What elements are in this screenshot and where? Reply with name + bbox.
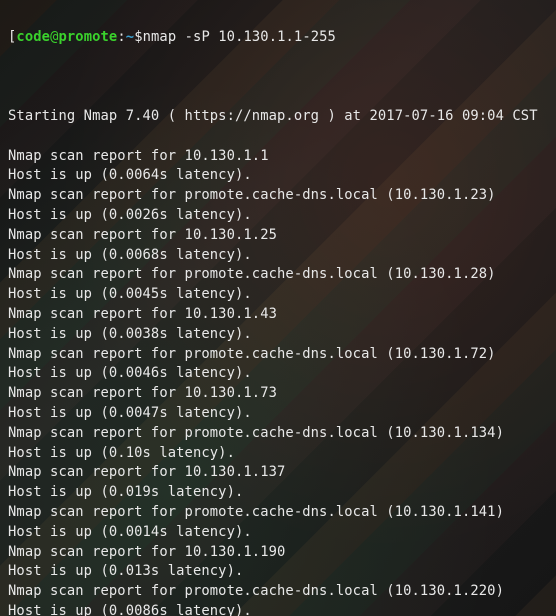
scan-report-line: Nmap scan report for promote.cache-dns.l… [8, 345, 548, 365]
host-status-line: Host is up (0.013s latency). [8, 562, 548, 582]
prompt-path: ~ [126, 29, 134, 45]
scan-report-line: Nmap scan report for 10.130.1.137 [8, 463, 548, 483]
host-status-line: Host is up (0.0038s latency). [8, 325, 548, 345]
scan-report-line: Nmap scan report for promote.cache-dns.l… [8, 503, 548, 523]
prompt-user: code [16, 29, 50, 45]
scan-report-line: Nmap scan report for promote.cache-dns.l… [8, 424, 548, 444]
scan-report-line: Nmap scan report for promote.cache-dns.l… [8, 265, 548, 285]
prompt-host: promote [58, 29, 117, 45]
host-status-line: Host is up (0.0064s latency). [8, 166, 548, 186]
scan-report-line: Nmap scan report for promote.cache-dns.l… [8, 582, 548, 602]
scan-report-line: Nmap scan report for 10.130.1.190 [8, 543, 548, 563]
host-status-line: Host is up (0.0047s latency). [8, 404, 548, 424]
host-status-line: Host is up (0.0046s latency). [8, 364, 548, 384]
host-status-line: Host is up (0.0026s latency). [8, 206, 548, 226]
terminal[interactable]: [code@promote:~$nmap -sP 10.130.1.1-255 … [0, 0, 556, 616]
host-status-line: Host is up (0.019s latency). [8, 483, 548, 503]
host-status-line: Host is up (0.10s latency). [8, 444, 548, 464]
host-status-line: Host is up (0.0045s latency). [8, 285, 548, 305]
prompt-line: [code@promote:~$nmap -sP 10.130.1.1-255 [8, 28, 548, 48]
prompt-colon: : [117, 29, 125, 45]
host-status-line: Host is up (0.0068s latency). [8, 246, 548, 266]
prompt-dollar: $ [134, 29, 142, 45]
nmap-start-line: Starting Nmap 7.40 ( https://nmap.org ) … [8, 107, 548, 127]
command-text: nmap -sP 10.130.1.1-255 [143, 29, 336, 45]
scan-report-line: Nmap scan report for promote.cache-dns.l… [8, 186, 548, 206]
scan-report-line: Nmap scan report for 10.130.1.43 [8, 305, 548, 325]
blank-line [8, 67, 548, 87]
host-status-line: Host is up (0.0086s latency). [8, 602, 548, 616]
scan-report-line: Nmap scan report for 10.130.1.1 [8, 147, 548, 167]
scan-report-line: Nmap scan report for 10.130.1.25 [8, 226, 548, 246]
scan-report-line: Nmap scan report for 10.130.1.73 [8, 384, 548, 404]
host-status-line: Host is up (0.0014s latency). [8, 523, 548, 543]
